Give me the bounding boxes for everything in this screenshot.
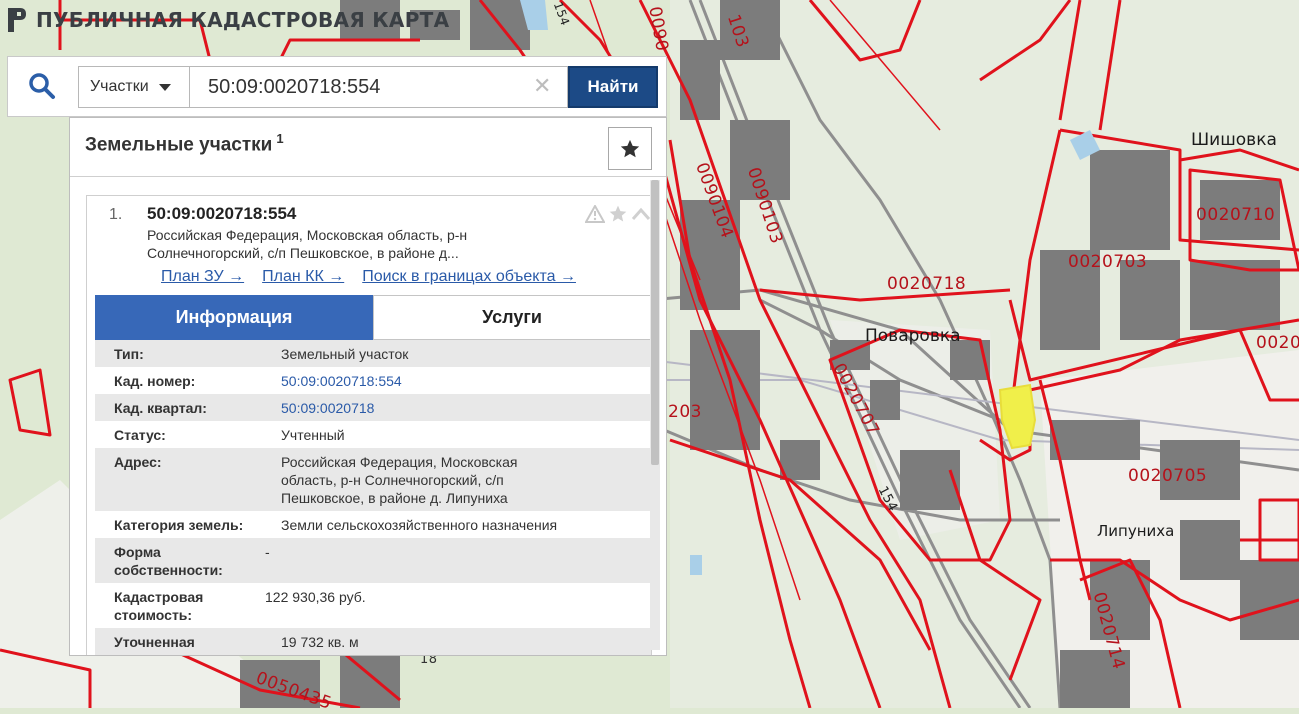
info-value: Земельный участок	[281, 346, 409, 362]
app-header: ПУБЛИЧНАЯ КАДАСТРОВАЯ КАРТА	[6, 4, 449, 36]
search-icon[interactable]	[28, 72, 56, 100]
rosreestr-logo-icon	[8, 8, 26, 32]
quarter-label: 0020705	[1128, 466, 1208, 486]
plan-kk-link[interactable]: План КК →	[262, 268, 344, 286]
info-key: Форма собственности:	[114, 544, 223, 578]
plan-zu-link[interactable]: План ЗУ →	[161, 268, 244, 286]
info-key: Категория земель:	[114, 517, 244, 533]
info-row-cadnum: Кад. номер: 50:09:0020718:554	[95, 367, 651, 394]
results-scrollbar[interactable]	[650, 180, 660, 650]
info-row-address: Адрес: Российская Федерация, Московская …	[95, 448, 651, 511]
star-icon	[620, 139, 640, 157]
results-panel: Земельные участки 1 1. 50:09:0020718:554 …	[69, 117, 667, 656]
info-value: Учтенный	[281, 427, 345, 443]
chevron-down-icon	[158, 83, 171, 91]
results-title: Земельные участки 1	[85, 131, 284, 156]
info-value: 19 732 кв. м	[281, 634, 359, 650]
quarter-label: 0020	[1256, 333, 1299, 353]
results-title-text: Земельные участки	[85, 134, 273, 156]
info-row-area: Уточненная 19 732 кв. м	[95, 628, 651, 655]
search-input[interactable]	[190, 66, 568, 108]
quarter-label: 0020703	[1068, 252, 1148, 272]
info-key: Адрес:	[114, 454, 162, 470]
quarter-label: 0020710	[1196, 205, 1276, 225]
place-label-povarovka: Поваровка	[865, 326, 961, 346]
chevron-up-icon[interactable]	[631, 207, 651, 221]
info-value-cadnum-link[interactable]: 50:09:0020718:554	[281, 372, 651, 390]
place-label-lipunikha: Липуниха	[1097, 522, 1175, 540]
info-value: Земли сельскохозяйственного назначения	[281, 517, 558, 533]
info-key: Кадастровая стоимость:	[114, 589, 204, 623]
result-index: 1.	[109, 206, 123, 223]
card-links: План ЗУ → План КК → Поиск в границах объ…	[161, 268, 576, 286]
result-card: 1. 50:09:0020718:554 Российская Федераци…	[86, 195, 652, 655]
info-row-ownership: Форма собственности: -	[95, 538, 651, 583]
info-row-quarter: Кад. квартал: 50:09:0020718	[95, 394, 651, 421]
card-actions	[585, 204, 651, 224]
tab-information[interactable]: Информация	[95, 295, 373, 340]
warning-icon[interactable]	[585, 205, 605, 223]
results-count: 1	[276, 131, 284, 146]
info-row-category: Категория земель: Земли сельскохозяйстве…	[95, 511, 651, 538]
star-icon[interactable]	[608, 204, 628, 224]
clear-icon[interactable]: ✕	[533, 74, 551, 99]
search-in-bounds-link[interactable]: Поиск в границах объекта →	[362, 268, 576, 286]
find-button[interactable]: Найти	[568, 66, 658, 108]
info-row-cadastral-value: Кадастровая стоимость: 122 930,36 руб.	[95, 583, 651, 628]
info-table: Тип: Земельный участок Кад. номер: 50:09…	[95, 340, 651, 655]
result-address: Российская Федерация, Московская область…	[147, 227, 468, 261]
info-key: Уточненная	[114, 634, 195, 650]
search-type-select[interactable]: Участки	[78, 66, 190, 108]
quarter-label: 0020718	[887, 274, 967, 294]
result-cadnum[interactable]: 50:09:0020718:554	[147, 204, 296, 224]
info-key: Статус:	[114, 427, 166, 443]
info-key: Кад. квартал:	[114, 400, 207, 416]
divider	[70, 176, 666, 177]
search-bar: Участки ✕ Найти	[7, 56, 667, 117]
place-label-shishovka: Шишовка	[1191, 130, 1277, 150]
tab-services[interactable]: Услуги	[373, 295, 651, 340]
info-value: Российская Федерация, Московская область…	[281, 454, 518, 506]
info-value-quarter-link[interactable]: 50:09:0020718	[281, 399, 651, 417]
info-value: -	[265, 544, 270, 560]
info-key: Кад. номер:	[114, 373, 196, 389]
info-row-type: Тип: Земельный участок	[95, 340, 651, 367]
info-key: Тип:	[114, 346, 144, 362]
info-tabs: Информация Услуги	[95, 295, 651, 340]
scrollbar-thumb[interactable]	[651, 180, 659, 465]
favorites-button[interactable]	[608, 127, 652, 170]
info-row-status: Статус: Учтенный	[95, 421, 651, 448]
quarter-label: 203	[668, 402, 702, 422]
search-type-label: Участки	[90, 78, 149, 95]
info-value: 122 930,36 руб.	[265, 589, 366, 605]
app-title: ПУБЛИЧНАЯ КАДАСТРОВАЯ КАРТА	[36, 8, 450, 32]
